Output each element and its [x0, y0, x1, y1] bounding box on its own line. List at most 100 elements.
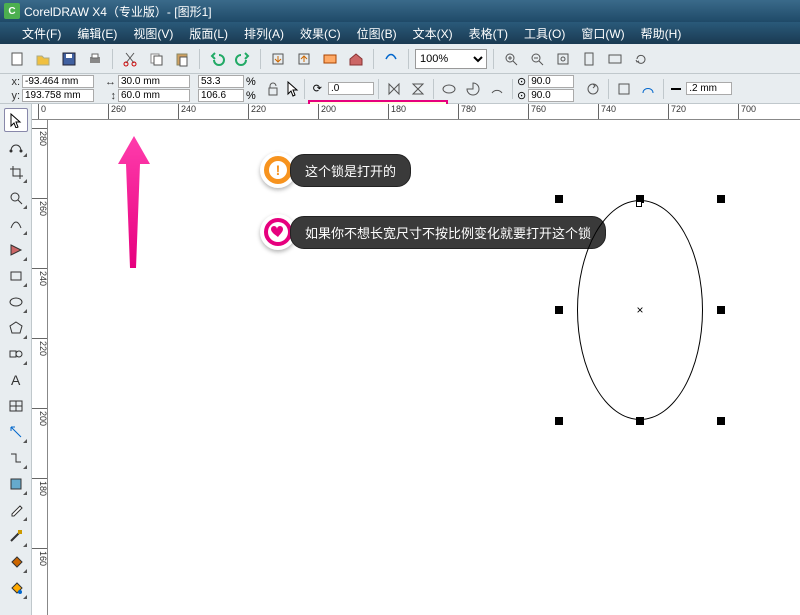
menu-file[interactable]: 文件(F) [22, 25, 61, 42]
menu-arrange[interactable]: 排列(A) [244, 25, 284, 42]
zoom-page-button[interactable] [578, 48, 600, 70]
pick-tool[interactable] [4, 108, 28, 132]
scale-x-input[interactable] [198, 75, 244, 88]
cut-button[interactable] [119, 48, 141, 70]
ellipse-tool[interactable] [4, 290, 28, 314]
to-curve-button[interactable] [637, 78, 659, 100]
direction-button[interactable] [582, 78, 604, 100]
undo-button[interactable] [206, 48, 228, 70]
handle-w[interactable] [555, 306, 563, 314]
handle-se[interactable] [717, 417, 725, 425]
arc-end-input[interactable] [528, 89, 574, 102]
interactive-fill-tool[interactable] [4, 576, 28, 600]
app-launcher-button[interactable] [319, 48, 341, 70]
menu-layout[interactable]: 版面(L) [189, 25, 228, 42]
arc-start-input[interactable] [528, 75, 574, 88]
scale-y-input[interactable] [198, 89, 244, 102]
ruler-horizontal: 0 260 240 220 200 180 780 760 740 720 70… [32, 104, 800, 120]
zoom-fit-button[interactable] [552, 48, 574, 70]
shape-tool[interactable] [4, 134, 28, 158]
new-button[interactable] [6, 48, 28, 70]
ruler-vertical: 280 260 240 220 200 180 160 [32, 120, 48, 615]
x-label: x: [6, 76, 20, 88]
save-button[interactable] [58, 48, 80, 70]
dimension-tool[interactable] [4, 420, 28, 444]
text-tool[interactable]: A [4, 368, 28, 392]
scale-group: % % [198, 75, 256, 102]
clock-icon-2: ⊙ [517, 89, 526, 102]
zoom-select[interactable]: 100% [415, 49, 487, 69]
toolbox: A [0, 104, 32, 615]
x-input[interactable] [22, 75, 94, 88]
selected-ellipse[interactable]: × [555, 195, 725, 425]
zoom-out-button[interactable] [526, 48, 548, 70]
crop-tool[interactable] [4, 160, 28, 184]
outline-tool[interactable] [4, 524, 28, 548]
node-top[interactable] [636, 201, 642, 207]
menu-view[interactable]: 视图(V) [133, 25, 173, 42]
svg-text:!: ! [276, 162, 281, 178]
redo-button[interactable] [232, 48, 254, 70]
outline-icon [668, 81, 684, 97]
width-input[interactable] [118, 75, 190, 88]
smart-fill-tool[interactable] [4, 238, 28, 262]
menu-bar: 文件(F) 编辑(E) 视图(V) 版面(L) 排列(A) 效果(C) 位图(B… [0, 22, 800, 44]
callout-1-text: 这个锁是打开的 [290, 154, 411, 187]
pie-mode-button[interactable] [462, 78, 484, 100]
height-icon: ↕ [102, 90, 116, 102]
y-input[interactable] [22, 89, 94, 102]
table-tool[interactable] [4, 394, 28, 418]
handle-s[interactable] [636, 417, 644, 425]
outline-width-input[interactable] [686, 82, 732, 95]
height-input[interactable] [118, 89, 190, 102]
menu-window[interactable]: 窗口(W) [581, 25, 624, 42]
freehand-tool[interactable] [4, 212, 28, 236]
menu-effects[interactable]: 效果(C) [300, 25, 341, 42]
center-marker-icon[interactable]: × [636, 303, 643, 317]
menu-tools[interactable]: 工具(O) [524, 25, 565, 42]
mirror-v-button[interactable] [407, 78, 429, 100]
standard-toolbar: 100% [0, 44, 800, 74]
zoom-all-button[interactable] [604, 48, 626, 70]
menu-help[interactable]: 帮助(H) [641, 25, 682, 42]
eyedropper-tool[interactable] [4, 498, 28, 522]
export-button[interactable] [293, 48, 315, 70]
handle-sw[interactable] [555, 417, 563, 425]
snap-button[interactable] [380, 48, 402, 70]
menu-text[interactable]: 文本(X) [413, 25, 453, 42]
interactive-tool[interactable] [4, 472, 28, 496]
menu-edit[interactable]: 编辑(E) [77, 25, 117, 42]
width-icon: ↔ [102, 76, 116, 88]
callout-1: ! 这个锁是打开的 [260, 152, 411, 188]
welcome-button[interactable] [345, 48, 367, 70]
refresh-button[interactable] [630, 48, 652, 70]
mirror-h-button[interactable] [383, 78, 405, 100]
pct-label: % [246, 76, 256, 88]
print-button[interactable] [84, 48, 106, 70]
lock-ratio-button[interactable] [264, 78, 282, 100]
polygon-tool[interactable] [4, 316, 28, 340]
rectangle-tool[interactable] [4, 264, 28, 288]
basic-shapes-tool[interactable] [4, 342, 28, 366]
wrap-button[interactable] [613, 78, 635, 100]
ellipse-mode-button[interactable] [438, 78, 460, 100]
zoom-tool[interactable] [4, 186, 28, 210]
arc-mode-button[interactable] [486, 78, 508, 100]
menu-table[interactable]: 表格(T) [469, 25, 508, 42]
paste-button[interactable] [171, 48, 193, 70]
import-button[interactable] [267, 48, 289, 70]
open-button[interactable] [32, 48, 54, 70]
size-group: ↔ ↕ [102, 75, 190, 102]
handle-nw[interactable] [555, 195, 563, 203]
pct-label-2: % [246, 90, 256, 102]
handle-ne[interactable] [717, 195, 725, 203]
cursor-icon [286, 80, 300, 98]
copy-button[interactable] [145, 48, 167, 70]
connector-tool[interactable] [4, 446, 28, 470]
rotation-input[interactable] [328, 82, 374, 95]
zoom-in-button[interactable] [500, 48, 522, 70]
fill-tool[interactable] [4, 550, 28, 574]
menu-bitmap[interactable]: 位图(B) [357, 25, 397, 42]
window-title: CorelDRAW X4（专业版）- [图形1] [24, 3, 212, 20]
handle-e[interactable] [717, 306, 725, 314]
